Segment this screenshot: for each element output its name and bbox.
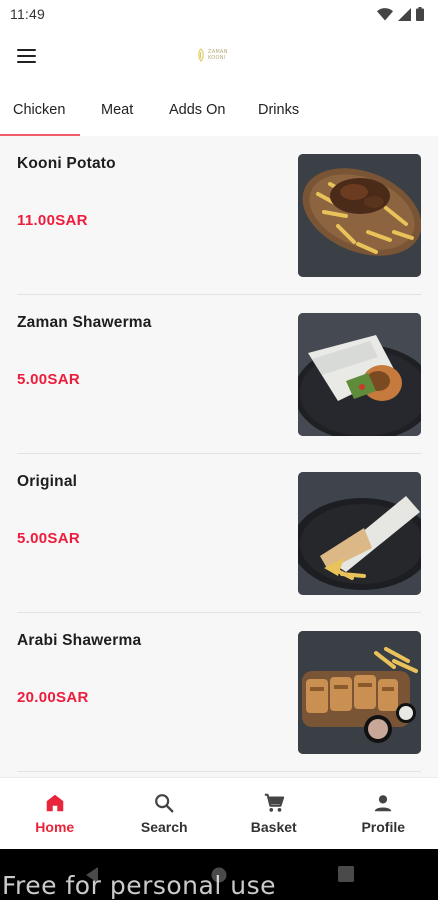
status-time: 11:49 xyxy=(10,6,45,22)
product-list: Kooni Potato 11.00SAR Zaman Shawerma 5.0… xyxy=(0,136,438,777)
item-price: 5.00SAR xyxy=(17,530,80,547)
nav-label: Home xyxy=(35,819,75,835)
list-item[interactable]: Arabi Shawerma 20.00SAR xyxy=(17,613,421,772)
logo-line-2: KOONI xyxy=(208,55,226,61)
item-name: Zaman Shawerma xyxy=(17,314,152,331)
list-item[interactable]: Zaman Shawerma 5.00SAR xyxy=(17,295,421,454)
list-item[interactable]: Original 5.00SAR xyxy=(17,454,421,613)
logo-text: ZAMAN KOONI xyxy=(208,49,228,61)
person-icon xyxy=(375,795,392,812)
tab-adds-on[interactable]: Adds On xyxy=(169,84,258,136)
item-image-arabi-platter[interactable] xyxy=(298,631,421,754)
hamburger-menu-icon[interactable] xyxy=(10,40,42,72)
item-image-fries-platter[interactable] xyxy=(298,154,421,277)
list-item[interactable]: Kooni Potato 11.00SAR xyxy=(17,136,421,295)
tab-meat[interactable]: Meat xyxy=(80,84,169,136)
status-icons xyxy=(377,7,424,21)
item-image-shawarma-sandwich[interactable] xyxy=(298,313,421,436)
item-image-original-wrap[interactable] xyxy=(298,472,421,595)
bottom-navigation: Home Search Basket Profile xyxy=(0,777,438,849)
item-name: Kooni Potato xyxy=(17,155,116,172)
recents-icon[interactable] xyxy=(338,866,354,882)
item-name: Original xyxy=(17,473,78,490)
nav-label: Profile xyxy=(361,819,406,835)
nav-label: Basket xyxy=(250,819,297,835)
nav-label: Search xyxy=(140,819,188,835)
cart-icon xyxy=(264,793,284,812)
nav-basket[interactable]: Basket xyxy=(219,778,329,849)
battery-icon xyxy=(416,7,424,21)
watermark: Free for personal use xyxy=(2,871,276,900)
logo-mark-icon xyxy=(198,48,204,62)
nav-profile[interactable]: Profile xyxy=(329,778,438,849)
item-price: 5.00SAR xyxy=(17,371,80,388)
category-tabs: Chicken Meat Adds On Drinks xyxy=(0,84,438,136)
tab-chicken[interactable]: Chicken xyxy=(0,84,80,136)
search-icon xyxy=(155,794,174,813)
nav-home[interactable]: Home xyxy=(0,778,110,849)
home-icon xyxy=(46,794,63,812)
nav-search[interactable]: Search xyxy=(110,778,220,849)
app-bar: ZAMAN KOONI xyxy=(0,28,438,84)
brand-logo: ZAMAN KOONI xyxy=(196,44,242,66)
status-bar: 11:49 xyxy=(0,0,438,28)
item-price: 11.00SAR xyxy=(17,212,88,229)
signal-icon xyxy=(398,7,411,21)
item-name: Arabi Shawerma xyxy=(17,632,142,649)
item-price: 20.00SAR xyxy=(17,689,89,706)
wifi-icon xyxy=(377,7,393,20)
tab-drinks[interactable]: Drinks xyxy=(258,84,347,136)
